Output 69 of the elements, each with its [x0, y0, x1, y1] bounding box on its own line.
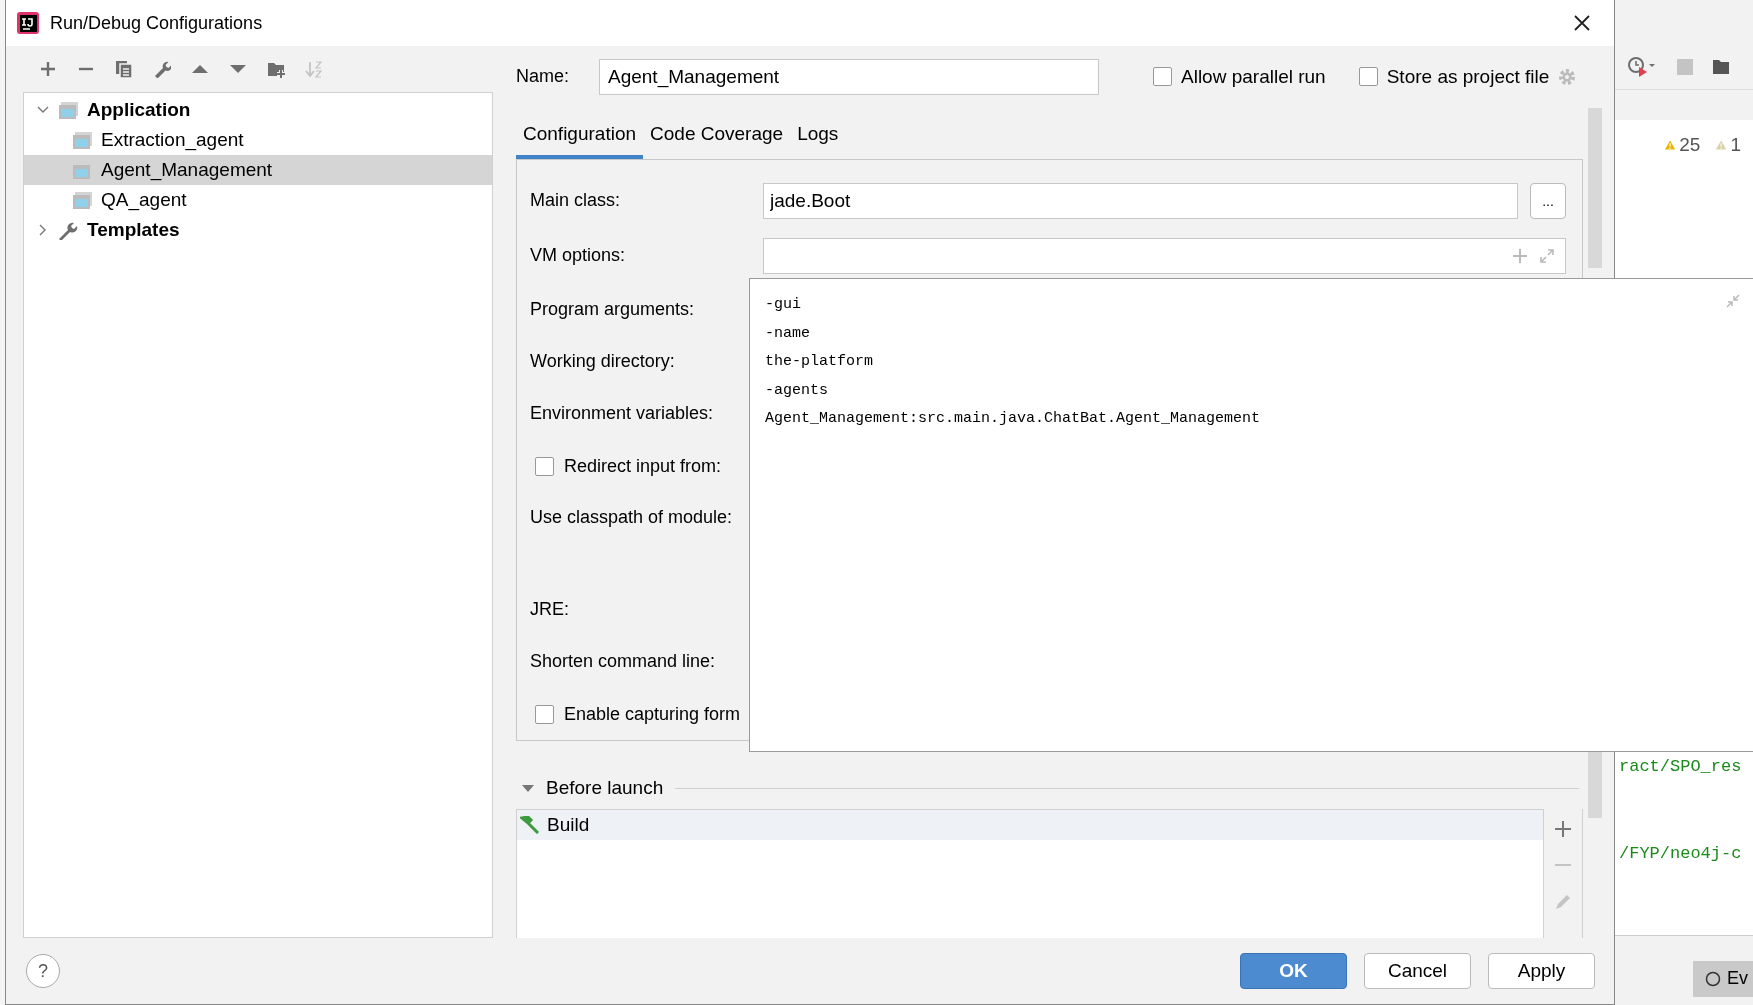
window-icon	[72, 130, 93, 150]
wrench-icon	[58, 220, 79, 240]
window-title: Run/Debug Configurations	[50, 12, 263, 34]
scrollbar[interactable]	[1588, 108, 1602, 268]
checkbox[interactable]	[1153, 67, 1172, 87]
field-label: Environment variables:	[530, 402, 714, 424]
option-label: Allow parallel run	[1181, 65, 1326, 88]
argument-line: -gui	[765, 295, 801, 315]
argument-line: -name	[765, 323, 810, 344]
tab[interactable]: Configuration	[516, 123, 644, 160]
argument-line: Agent_Management:src.main.java.ChatBat.Agent_Management	[765, 409, 1261, 429]
field-label: Use classpath of module:	[530, 507, 733, 529]
field-label: Main class:	[530, 190, 621, 212]
pencil-icon[interactable]	[1554, 893, 1572, 912]
browse-button[interactable]: ...	[1530, 182, 1566, 219]
collapse-icon[interactable]	[1725, 293, 1741, 309]
program-arguments-editor[interactable]: -gui -name the-platform -agents Agent_Management:src.main.java.ChatBat.Agent_Management	[749, 278, 1753, 752]
folder-icon[interactable]	[1713, 57, 1729, 76]
wrench-icon[interactable]	[153, 60, 171, 78]
app-logo-icon	[16, 11, 40, 35]
help-button[interactable]: ?	[26, 954, 60, 988]
warning-count[interactable]: 1	[1730, 133, 1741, 156]
name-field[interactable]: Agent_Management	[599, 58, 1099, 95]
run-clock-icon[interactable]	[1627, 54, 1657, 79]
close-icon[interactable]	[1572, 13, 1592, 33]
field-label: Shorten command line:	[530, 650, 716, 672]
expand-icon[interactable]	[1539, 247, 1555, 264]
add-icon[interactable]	[39, 60, 57, 78]
field-label: JRE:	[530, 598, 569, 620]
dialog-button[interactable]: Apply	[1488, 953, 1595, 989]
code-line: /FYP/neo4j-c	[1619, 844, 1743, 863]
field-label: VM options:	[530, 245, 626, 267]
add-icon[interactable]	[1513, 248, 1527, 263]
tree-item[interactable]: Templates	[24, 215, 492, 245]
checkbox[interactable]	[1358, 67, 1378, 87]
field-label: Enable capturing form	[564, 703, 741, 725]
code-line: ract/SPO_res	[1619, 757, 1743, 776]
tree-item[interactable]: Extraction_agent	[24, 125, 492, 155]
field-label: Redirect input from:	[564, 455, 722, 477]
tool-window-tab[interactable]: Ev	[1693, 961, 1753, 997]
warning-count[interactable]: 25	[1679, 133, 1701, 156]
main-class-field[interactable]: jade.Boot	[763, 182, 1518, 219]
vm-options-field[interactable]	[763, 237, 1566, 274]
field-label: Program arguments:	[530, 298, 695, 320]
argument-line: -agents	[765, 380, 828, 401]
option-label: Store as project file	[1386, 65, 1550, 88]
argument-line: the-platform	[765, 352, 874, 372]
add-icon[interactable]	[1555, 821, 1571, 838]
window-icon	[58, 100, 79, 120]
checkbox[interactable]	[535, 704, 554, 724]
speech-bubble-icon	[1705, 971, 1721, 987]
section-title: Before launch	[546, 777, 664, 800]
tab[interactable]: Code Coverage	[643, 123, 791, 160]
settings-icon[interactable]	[1557, 66, 1578, 87]
folder-add-icon[interactable]	[267, 60, 285, 78]
dialog-button[interactable]: Cancel	[1364, 953, 1471, 989]
tab[interactable]: Logs	[790, 123, 846, 160]
stop-icon[interactable]	[1677, 58, 1693, 75]
tree-item[interactable]: Agent_Management	[24, 155, 492, 185]
tree-item[interactable]: QA_agent	[24, 185, 492, 215]
checkbox[interactable]	[535, 456, 554, 476]
task-item[interactable]: Build	[517, 810, 1543, 841]
tree-item[interactable]: Application	[24, 95, 492, 125]
field-label: Working directory:	[530, 350, 675, 372]
name-label: Name:	[516, 66, 570, 88]
hammer-icon	[520, 816, 540, 835]
dialog-button[interactable]: OK	[1240, 953, 1347, 989]
window-icon	[72, 190, 93, 210]
copy-icon[interactable]	[115, 60, 133, 78]
